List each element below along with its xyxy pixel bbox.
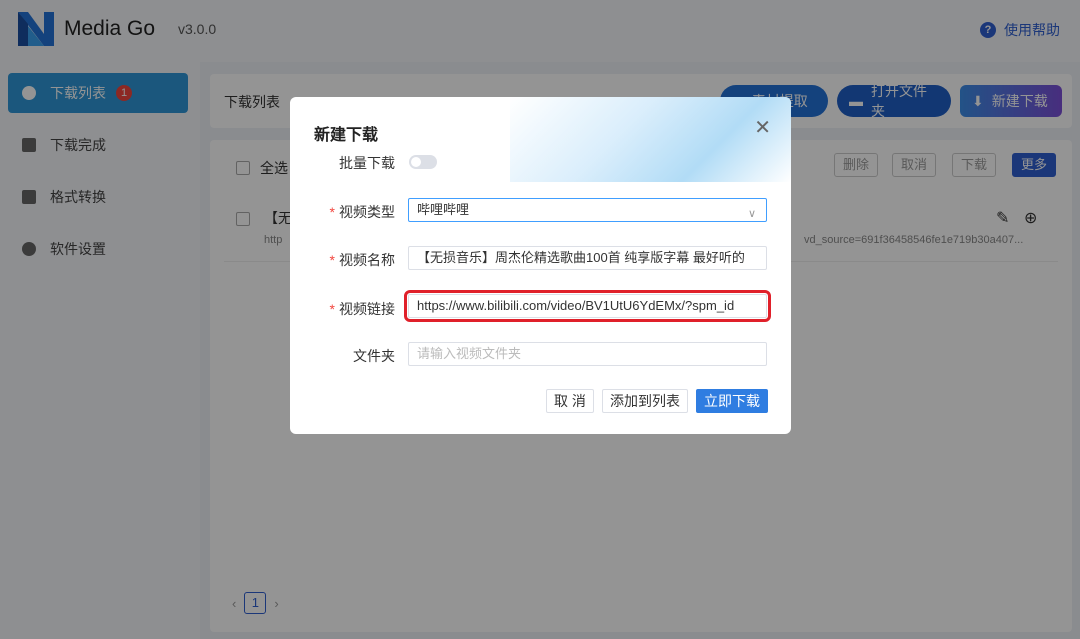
video-type-label: * 视频类型 <box>329 204 395 220</box>
dialog-header-illustration <box>510 97 791 182</box>
video-name-label: * 视频名称 <box>329 252 395 268</box>
batch-download-toggle[interactable] <box>409 155 437 169</box>
dialog-title: 新建下载 <box>314 127 379 144</box>
new-download-dialog: 新建下载 ✕ 批量下载 * 视频类型 哔哩哔哩 ∨ * 视频名称 【无损音乐】周杰伦… <box>290 97 791 434</box>
folder-input[interactable]: 请输入视频文件夹 <box>408 342 767 366</box>
cancel-button[interactable]: 取 消 <box>546 389 594 413</box>
chevron-down-icon: ∨ <box>747 208 756 220</box>
video-type-select[interactable]: 哔哩哔哩 ∨ <box>408 198 767 222</box>
close-icon[interactable]: ✕ <box>754 115 771 140</box>
add-to-list-button[interactable]: 添加到列表 <box>602 389 688 413</box>
video-name-input[interactable]: 【无损音乐】周杰伦精选歌曲100首 纯享版字幕 最好听的 <box>408 246 767 270</box>
download-now-button[interactable]: 立即下载 <box>696 389 768 413</box>
video-link-input[interactable]: https://www.bilibili.com/video/BV1UtU6Yd… <box>404 290 771 322</box>
video-link-label: * 视频链接 <box>329 301 395 317</box>
folder-label: 文件夹 <box>353 348 395 364</box>
video-type-value: 哔哩哔哩 <box>417 202 470 217</box>
batch-download-label: 批量下载 <box>339 155 395 171</box>
